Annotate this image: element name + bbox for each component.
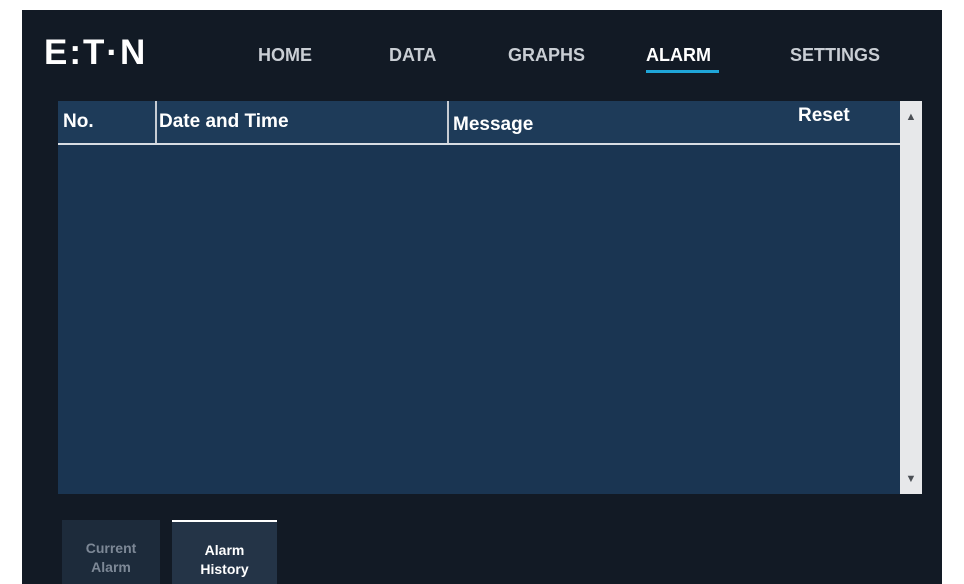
app-screen: E:T·N HOME DATA GRAPHS ALARM SETTINGS No… xyxy=(22,10,942,584)
eaton-logo: E:T·N xyxy=(44,33,148,72)
column-divider xyxy=(447,101,449,143)
tab-current-alarm[interactable]: Current Alarm xyxy=(62,520,160,584)
nav-data[interactable]: DATA xyxy=(389,44,436,66)
vertical-scrollbar[interactable]: ▲ ▼ xyxy=(900,101,922,494)
column-header-no: No. xyxy=(63,111,94,132)
nav-home[interactable]: HOME xyxy=(258,44,312,66)
triangle-up-icon[interactable]: ▲ xyxy=(900,107,922,127)
column-header-message: Message xyxy=(453,114,534,135)
triangle-down-icon[interactable]: ▼ xyxy=(900,469,922,489)
nav-graphs[interactable]: GRAPHS xyxy=(508,44,585,66)
tab-current-alarm-line2: Alarm xyxy=(91,559,131,575)
table-header: No. Date and Time Message Reset xyxy=(58,101,900,145)
tab-current-alarm-line1: Current xyxy=(85,540,137,556)
active-nav-indicator xyxy=(646,70,719,73)
nav-settings[interactable]: SETTINGS xyxy=(790,44,880,66)
alarm-table-body xyxy=(58,145,900,494)
column-header-date-time: Date and Time xyxy=(159,111,289,132)
nav-alarm[interactable]: ALARM xyxy=(646,44,711,66)
tab-alarm-history-line1: Alarm xyxy=(204,542,245,558)
tab-alarm-history[interactable]: Alarm History xyxy=(172,520,277,584)
reset-button[interactable]: Reset xyxy=(798,95,850,137)
column-divider xyxy=(155,101,157,143)
alarm-table: No. Date and Time Message Reset ▲ ▼ xyxy=(58,101,922,494)
tab-alarm-history-line2: History xyxy=(200,561,249,577)
